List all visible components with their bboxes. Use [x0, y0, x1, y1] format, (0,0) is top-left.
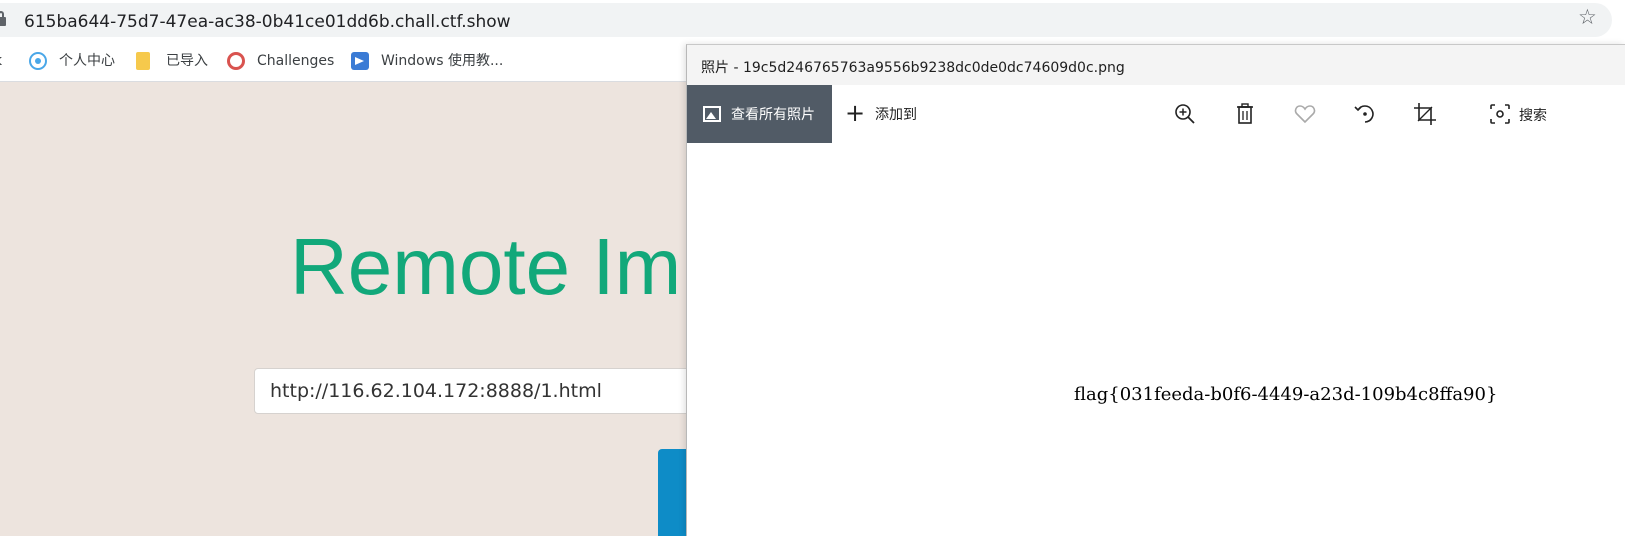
bookmark-label: 个人中心 [59, 53, 115, 69]
photo-canvas[interactable]: flag{031feeda-b0f6-4449-a23d-109b4c8ffa9… [687, 143, 1625, 536]
image-flag-text: flag{031feeda-b0f6-4449-a23d-109b4c8ffa9… [1074, 384, 1498, 405]
url-text[interactable]: 615ba644-75d7-47ea-ac38-0b41ce01dd6b.cha… [24, 12, 511, 32]
delete-button[interactable] [1232, 101, 1258, 127]
bookmark-label: k [0, 51, 2, 71]
photos-toolbar: 查看所有照片 + 添加到 搜索 [687, 85, 1625, 143]
paper-plane-icon [351, 52, 369, 70]
rotate-icon [1354, 105, 1374, 123]
lock-icon[interactable] [0, 11, 6, 26]
crop-button[interactable] [1412, 101, 1438, 127]
bookmark-label: Challenges [257, 53, 335, 69]
zoom-in-button[interactable] [1172, 101, 1198, 127]
delete-icon [1237, 103, 1253, 124]
add-to-label: 添加到 [875, 107, 917, 123]
folder-icon [136, 52, 150, 70]
bookmark-label: Windows 使用教... [381, 53, 504, 69]
rotate-button[interactable] [1352, 101, 1378, 127]
favorite-icon [1294, 105, 1316, 124]
window-title: 照片 - 19c5d246765763a9556b9238dc0de0dc746… [701, 60, 1125, 76]
remote-url-field[interactable] [254, 368, 714, 414]
screen: 615ba644-75d7-47ea-ac38-0b41ce01dd6b.cha… [0, 0, 1625, 536]
photos-window: 照片 - 19c5d246765763a9556b9238dc0de0dc746… [686, 44, 1625, 536]
bookmark-star-icon[interactable]: ☆ [1578, 7, 1597, 28]
omnibox[interactable]: 615ba644-75d7-47ea-ac38-0b41ce01dd6b.cha… [0, 3, 1612, 37]
browser-address-bar: 615ba644-75d7-47ea-ac38-0b41ce01dd6b.cha… [0, 0, 1625, 40]
crop-icon [1414, 103, 1436, 125]
remote-url-input[interactable] [255, 369, 713, 413]
search-icon [1490, 104, 1510, 124]
search-label: 搜索 [1519, 108, 1547, 124]
view-all-photos-button[interactable]: 查看所有照片 [687, 85, 832, 143]
plus-icon: + [845, 99, 866, 127]
view-all-photos-label: 查看所有照片 [731, 107, 815, 123]
image-icon [703, 106, 721, 122]
globe-icon [29, 52, 47, 70]
zoom-in-icon [1175, 104, 1195, 124]
page-heading: Remote Im [290, 222, 682, 311]
bookmark-label: 已导入 [166, 53, 208, 69]
photos-title-bar[interactable]: 照片 - 19c5d246765763a9556b9238dc0de0dc746… [687, 45, 1625, 85]
favorite-button[interactable] [1292, 101, 1318, 127]
ctf-logo-icon [227, 52, 245, 70]
